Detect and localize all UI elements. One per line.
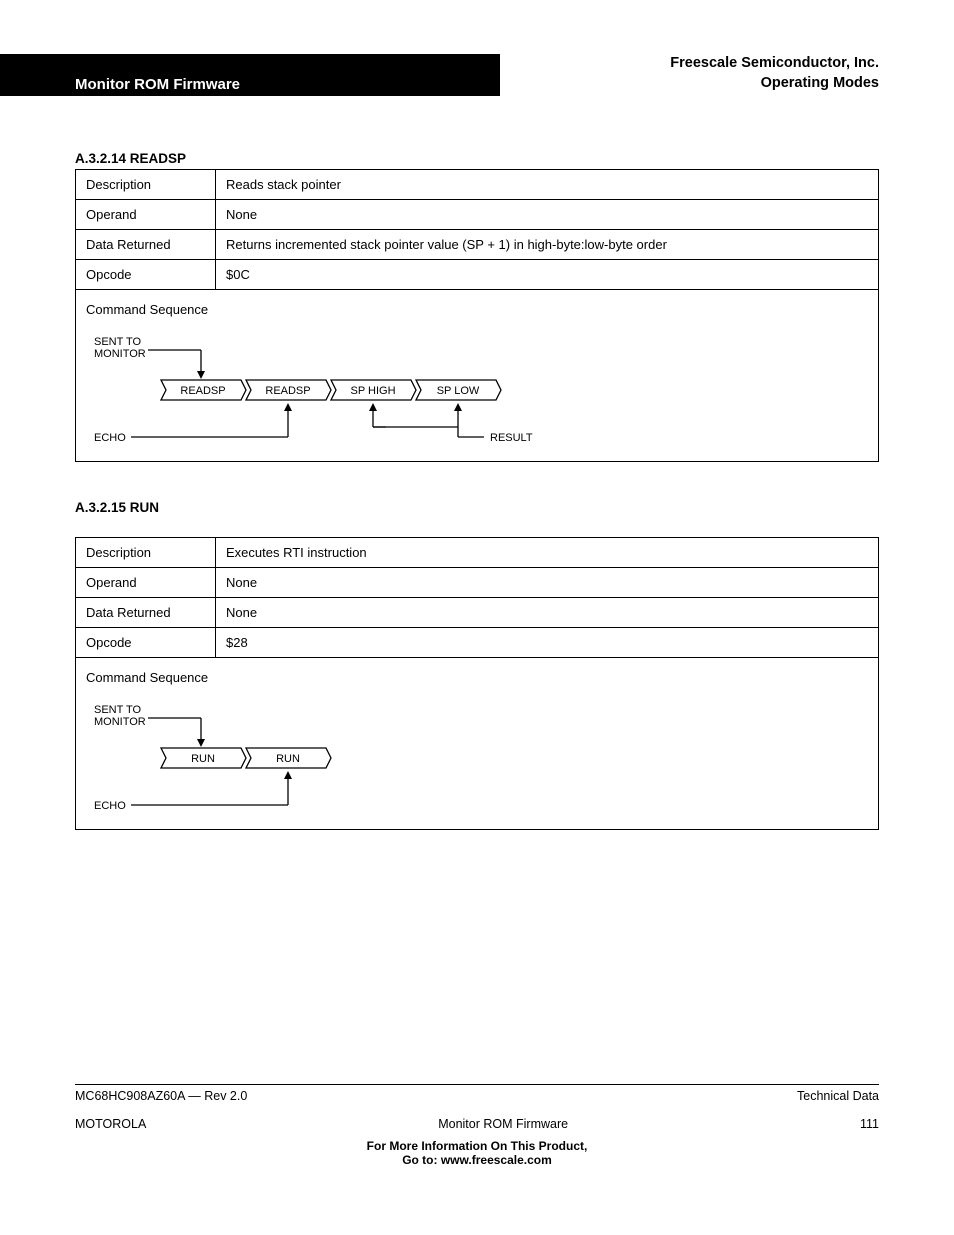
run-diagram: SENT TO MONITOR RUN RUN ECHO: [86, 685, 436, 815]
page-header: Monitor ROM Firmware Freescale Semicondu…: [75, 54, 879, 93]
running-head: Monitor ROM Firmware: [75, 62, 240, 93]
box-sp-high: SP HIGH: [331, 380, 416, 400]
footer-motorola: MOTOROLA: [75, 1117, 146, 1131]
svg-text:READSP: READSP: [265, 385, 310, 397]
subheader-readsp: A.3.2.14 READSP: [75, 151, 879, 166]
readsp-table: Description Reads stack pointer Operand …: [75, 169, 879, 462]
sent-label-2: MONITOR: [94, 716, 146, 728]
company-block: Freescale Semiconductor, Inc. Operating …: [670, 54, 879, 93]
cell-label: Opcode: [76, 260, 216, 290]
sent-label-1: SENT TO: [94, 336, 142, 348]
seq-label: Command Sequence: [86, 302, 868, 317]
cell-value: None: [216, 598, 879, 628]
cell-label: Description: [76, 538, 216, 568]
subsection-headers: A.3.2.14 READSP: [75, 151, 879, 166]
sent-label-2: MONITOR: [94, 348, 146, 360]
svg-text:SP HIGH: SP HIGH: [350, 385, 395, 397]
cell-value: $28: [216, 628, 879, 658]
result-label: RESULT: [490, 432, 533, 444]
box-run-1: RUN: [161, 748, 246, 768]
run-sequence-cell: Command Sequence SENT TO MONITOR RUN RUN…: [76, 658, 879, 830]
box-run-2: RUN: [246, 748, 331, 768]
cell-value: Reads stack pointer: [216, 170, 879, 200]
footer-moreinfo: For More Information On This Product, Go…: [75, 1139, 879, 1167]
seq-label: Command Sequence: [86, 670, 868, 685]
footer-page-num: 111: [860, 1117, 879, 1131]
cell-value: Returns incremented stack pointer value …: [216, 230, 879, 260]
footer-tech-data: Technical Data: [797, 1089, 879, 1103]
cell-label: Operand: [76, 568, 216, 598]
echo-label: ECHO: [94, 432, 126, 444]
subheader-run: A.3.2.15 RUN: [75, 500, 879, 515]
box-sp-low: SP LOW: [416, 380, 501, 400]
svg-text:RUN: RUN: [191, 753, 215, 765]
company-line1: Freescale Semiconductor, Inc.: [670, 54, 879, 74]
cell-label: Operand: [76, 200, 216, 230]
svg-text:RUN: RUN: [276, 753, 300, 765]
readsp-diagram: SENT TO MONITOR READSP READSP SP HIGH: [86, 317, 606, 447]
cell-label: Opcode: [76, 628, 216, 658]
cell-value: None: [216, 568, 879, 598]
cell-value: None: [216, 200, 879, 230]
readsp-sequence-cell: Command Sequence SENT TO MONITOR READSP …: [76, 290, 879, 462]
cell-label: Data Returned: [76, 598, 216, 628]
page-footer: MC68HC908AZ60A — Rev 2.0 Technical Data …: [75, 1084, 879, 1167]
company-line2: Operating Modes: [670, 74, 879, 94]
cell-value: $0C: [216, 260, 879, 290]
sent-label-1: SENT TO: [94, 704, 142, 716]
footer-doc-rev: MC68HC908AZ60A — Rev 2.0: [75, 1089, 247, 1103]
svg-text:SP LOW: SP LOW: [437, 385, 480, 397]
box-readsp-2: READSP: [246, 380, 331, 400]
echo-label: ECHO: [94, 800, 126, 812]
run-table: Description Executes RTI instruction Ope…: [75, 537, 879, 830]
cell-label: Description: [76, 170, 216, 200]
cell-value: Executes RTI instruction: [216, 538, 879, 568]
box-readsp-1: READSP: [161, 380, 246, 400]
svg-text:READSP: READSP: [180, 385, 225, 397]
cell-label: Data Returned: [76, 230, 216, 260]
footer-section: Monitor ROM Firmware: [438, 1117, 568, 1131]
